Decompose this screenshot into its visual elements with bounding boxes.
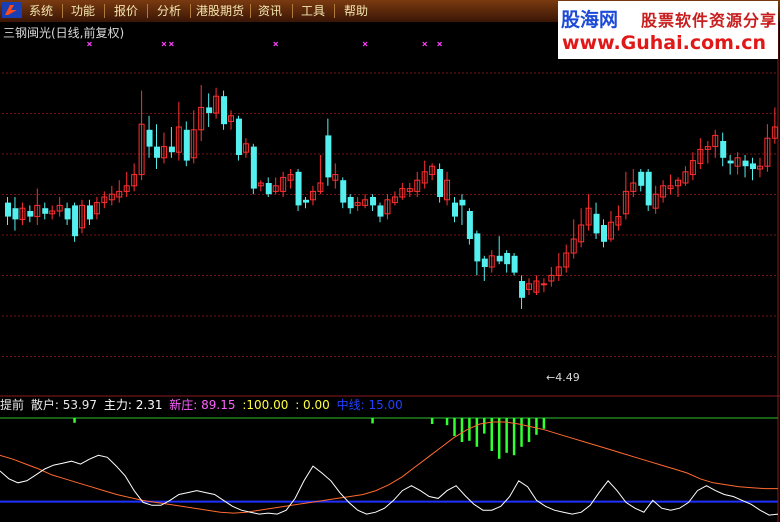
indicator-main-force: 主力: 2.31 [103,398,163,412]
candle-body-down [519,281,526,298]
indicator-mid-term: 中线: 15.00 [336,398,403,412]
candle-body-down [64,208,71,220]
candle-body-down [645,171,652,206]
candle-body-down [146,129,153,147]
signal-x-mark [437,41,443,47]
candle-body-down [496,255,503,262]
candle-body-down [638,171,645,186]
signal-x-mark [362,41,368,47]
low-price-label: ←4.49 [546,371,580,384]
signal-x-mark [168,41,174,47]
candle-body-down [250,146,257,189]
candle-body-down [168,146,175,153]
indicator-level-0: : 0.00 [295,398,330,412]
watermark-url: www.Guhai.com.cn [562,32,766,54]
indicator-legend: 提前 散户: 53.97 主力: 2.31 新庄: 89.15 :100.00 … [0,397,406,413]
candle-body-down [154,146,160,158]
candle-body-down [504,253,511,265]
candle-body-down [377,205,384,217]
candle-body-down [481,258,488,267]
candle-body-up [540,283,547,286]
candle-body-down [221,96,228,125]
candle-body-down [12,208,19,220]
candle-body-down [750,163,756,169]
signal-x-mark [422,41,428,47]
candle-body-down [206,107,213,113]
indicator-panel [0,417,779,516]
signal-x-mark [161,41,167,47]
price-chart[interactable] [0,0,780,522]
low-price-value: 4.49 [555,371,580,384]
signal-markers [87,41,443,47]
candle-body-down [742,160,749,167]
candle-body-down [340,180,347,203]
candle-body-down [347,197,354,209]
candle-body-down [474,233,481,262]
candle-body-down [295,171,302,206]
indicator-new-dealer: 新庄: 89.15 [169,398,236,412]
candle-body-down [720,141,727,158]
mid-line-series [0,421,778,514]
watermark-banner: 股海网 股票软件资源分享 www.Guhai.com.cn [558,1,778,59]
candle-body-down [601,225,607,242]
candle-body-down [42,208,49,214]
candle-body-down [370,197,377,206]
candle-body-down [437,169,444,197]
candle-body-down [303,199,309,203]
candle-body-down [466,211,473,239]
watermark-brand: 股海网 [561,9,619,31]
stock-title: 三钢闽光(日线,前复权) [3,26,125,40]
chart-grid [0,22,780,522]
candle-body-down [86,205,93,220]
candle-body-down [325,135,332,178]
candle-body-down [593,213,600,234]
candle-body-down [452,202,458,217]
candle-body-down [235,118,242,155]
indicator-level-100: :100.00 [242,398,289,412]
candle-body-down [183,129,190,161]
candle-body-down [511,255,518,273]
signal-x-mark [87,41,92,47]
candle-body-down [72,205,79,237]
low-price-arrow-icon: ← [546,371,556,384]
candle-body-down [5,202,11,217]
candle-body-down [27,211,34,217]
signal-x-mark [273,41,279,47]
indicator-name: 提前 [0,398,25,412]
indicator-retail: 散户: 53.97 [30,398,98,412]
candle-body-down [727,160,734,164]
watermark-tagline: 股票软件资源分享 [641,11,778,30]
candle-body-down [265,183,272,195]
candle-body-down [459,199,466,206]
